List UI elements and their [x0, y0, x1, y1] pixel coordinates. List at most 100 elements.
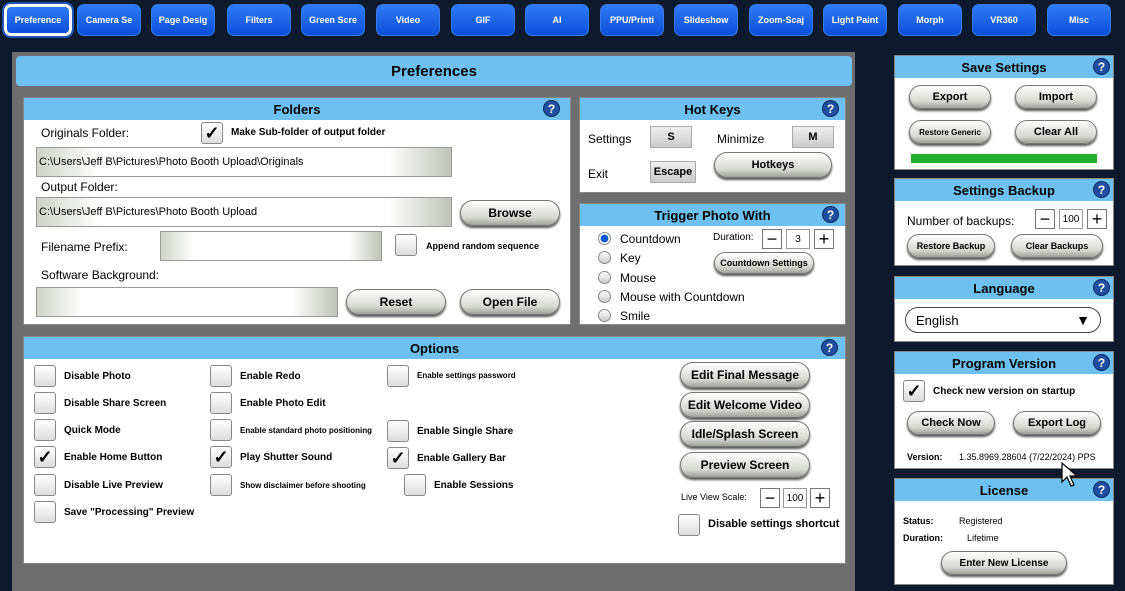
- save-settings-help-icon[interactable]: ?: [1093, 58, 1110, 75]
- tab-filters[interactable]: Filters: [227, 4, 291, 36]
- export-settings-button[interactable]: Export: [909, 85, 991, 109]
- tab-page-design[interactable]: Page Desig: [151, 4, 215, 36]
- preview-screen-button[interactable]: Preview Screen: [680, 452, 810, 478]
- enable-home-button-checkbox[interactable]: ✓: [34, 446, 56, 468]
- trigger-radio-mouse-countdown[interactable]: [598, 290, 611, 303]
- tab-morph[interactable]: Morph: [898, 4, 962, 36]
- options-help-icon[interactable]: ?: [821, 339, 838, 356]
- software-background-label: Software Background:: [41, 268, 160, 282]
- enable-photo-edit-checkbox[interactable]: [210, 392, 232, 414]
- disable-share-screen-checkbox[interactable]: [34, 392, 56, 414]
- folders-help-icon[interactable]: ?: [543, 100, 560, 117]
- language-help-icon[interactable]: ?: [1093, 279, 1110, 296]
- license-title: License: [895, 479, 1113, 501]
- output-folder-field[interactable]: C:\Users\Jeff B\Pictures\Photo Booth Upl…: [36, 197, 452, 227]
- save-processing-preview-checkbox[interactable]: [34, 501, 56, 523]
- software-background-field[interactable]: [36, 287, 338, 317]
- open-file-button[interactable]: Open File: [460, 289, 560, 315]
- disable-live-preview-checkbox[interactable]: [34, 474, 56, 496]
- tab-bar: Preference Camera Se Page Desig Filters …: [0, 0, 1125, 44]
- play-shutter-sound-checkbox[interactable]: ✓: [210, 446, 232, 468]
- enable-sessions-checkbox[interactable]: [404, 474, 426, 496]
- live-view-plus-button[interactable]: +: [810, 488, 830, 508]
- program-version-help-icon[interactable]: ?: [1093, 354, 1110, 371]
- duration-value[interactable]: 3: [786, 229, 810, 249]
- filename-prefix-field[interactable]: [160, 231, 382, 261]
- license-duration-value: Lifetime: [967, 533, 999, 543]
- enter-new-license-button[interactable]: Enter New License: [941, 551, 1067, 575]
- enable-single-share-label: Enable Single Share: [417, 426, 514, 437]
- license-status-value: Registered: [959, 516, 1003, 526]
- language-select[interactable]: English ▼: [905, 307, 1101, 333]
- tab-vr360[interactable]: VR360: [972, 4, 1036, 36]
- enable-redo-checkbox[interactable]: [210, 365, 232, 387]
- check-now-button[interactable]: Check Now: [907, 411, 995, 435]
- tab-light-paint[interactable]: Light Paint: [823, 4, 887, 36]
- backups-plus-button[interactable]: +: [1087, 209, 1107, 229]
- idle-splash-screen-button[interactable]: Idle/Splash Screen: [680, 421, 810, 447]
- import-settings-button[interactable]: Import: [1015, 85, 1097, 109]
- trigger-radio-countdown[interactable]: [598, 232, 611, 245]
- browse-button[interactable]: Browse: [460, 200, 560, 226]
- mouse-cursor-icon: [1061, 462, 1079, 487]
- originals-folder-label: Originals Folder:: [41, 126, 130, 140]
- countdown-settings-button[interactable]: Countdown Settings: [714, 252, 814, 274]
- settings-hotkey-field[interactable]: S: [650, 126, 692, 148]
- live-view-minus-button[interactable]: −: [760, 488, 780, 508]
- settings-hotkey-label: Settings: [588, 132, 632, 146]
- edit-final-message-button[interactable]: Edit Final Message: [680, 362, 810, 388]
- minimize-hotkey-field[interactable]: M: [792, 126, 834, 148]
- settings-backup-help-icon[interactable]: ?: [1093, 181, 1110, 198]
- save-settings-title: Save Settings: [895, 56, 1113, 78]
- tab-ppu-printing[interactable]: PPU/Printi: [600, 4, 664, 36]
- duration-minus-button[interactable]: −: [762, 229, 782, 249]
- backups-minus-button[interactable]: −: [1035, 209, 1055, 229]
- export-log-button[interactable]: Export Log: [1013, 411, 1101, 435]
- enable-single-share-checkbox[interactable]: [387, 420, 409, 442]
- exit-hotkey-field[interactable]: Escape: [650, 161, 696, 183]
- originals-folder-field[interactable]: C:\Users\Jeff B\Pictures\Photo Booth Upl…: [36, 147, 452, 177]
- subfolder-checkbox[interactable]: ✓: [201, 122, 223, 144]
- chevron-down-icon: ▼: [1076, 312, 1090, 328]
- enable-gallery-bar-checkbox[interactable]: ✓: [387, 447, 409, 469]
- show-disclaimer-checkbox[interactable]: [210, 474, 232, 496]
- status-bar: [911, 154, 1097, 163]
- duration-plus-button[interactable]: +: [814, 229, 834, 249]
- check-version-startup-checkbox[interactable]: ✓: [903, 380, 925, 402]
- tab-misc[interactable]: Misc: [1047, 4, 1111, 36]
- hotkeys-help-icon[interactable]: ?: [822, 100, 839, 117]
- hotkeys-title: Hot Keys: [580, 98, 845, 120]
- license-duration-label: Duration:: [903, 533, 943, 543]
- restore-backup-button[interactable]: Restore Backup: [907, 234, 995, 258]
- trigger-help-icon[interactable]: ?: [822, 206, 839, 223]
- tab-zoom-scape[interactable]: Zoom-Scaj: [749, 4, 813, 36]
- tab-ai[interactable]: AI: [525, 4, 589, 36]
- trigger-radio-key[interactable]: [598, 251, 611, 264]
- disable-settings-shortcut-checkbox[interactable]: [678, 514, 700, 536]
- tab-video[interactable]: Video: [376, 4, 440, 36]
- trigger-radio-smile[interactable]: [598, 309, 611, 322]
- clear-backups-button[interactable]: Clear Backups: [1011, 234, 1103, 258]
- restore-generic-button[interactable]: Restore Generic: [909, 120, 991, 144]
- trigger-radio-mouse[interactable]: [598, 271, 611, 284]
- append-random-checkbox[interactable]: [395, 234, 417, 256]
- minimize-hotkey-label: Minimize: [717, 132, 765, 146]
- enable-settings-password-checkbox[interactable]: [387, 365, 409, 387]
- tab-slideshow[interactable]: Slideshow: [674, 4, 738, 36]
- tab-camera-settings[interactable]: Camera Se: [77, 4, 141, 36]
- quick-mode-checkbox[interactable]: [34, 419, 56, 441]
- tab-green-screen[interactable]: Green Scre: [301, 4, 365, 36]
- enable-standard-positioning-checkbox[interactable]: [210, 419, 232, 441]
- backups-value[interactable]: 100: [1059, 209, 1083, 229]
- license-help-icon[interactable]: ?: [1093, 481, 1110, 498]
- tab-preference[interactable]: Preference: [4, 4, 72, 36]
- live-view-scale-value[interactable]: 100: [783, 488, 807, 508]
- disable-photo-checkbox[interactable]: [34, 365, 56, 387]
- hotkeys-button[interactable]: Hotkeys: [714, 152, 832, 178]
- tab-gif[interactable]: GIF: [451, 4, 515, 36]
- page-title: Preferences: [16, 56, 852, 86]
- reset-button[interactable]: Reset: [346, 289, 446, 315]
- clear-all-button[interactable]: Clear All: [1015, 120, 1097, 144]
- program-version-panel: Program Version ? ✓ Check new version on…: [894, 351, 1114, 469]
- edit-welcome-video-button[interactable]: Edit Welcome Video: [680, 392, 810, 418]
